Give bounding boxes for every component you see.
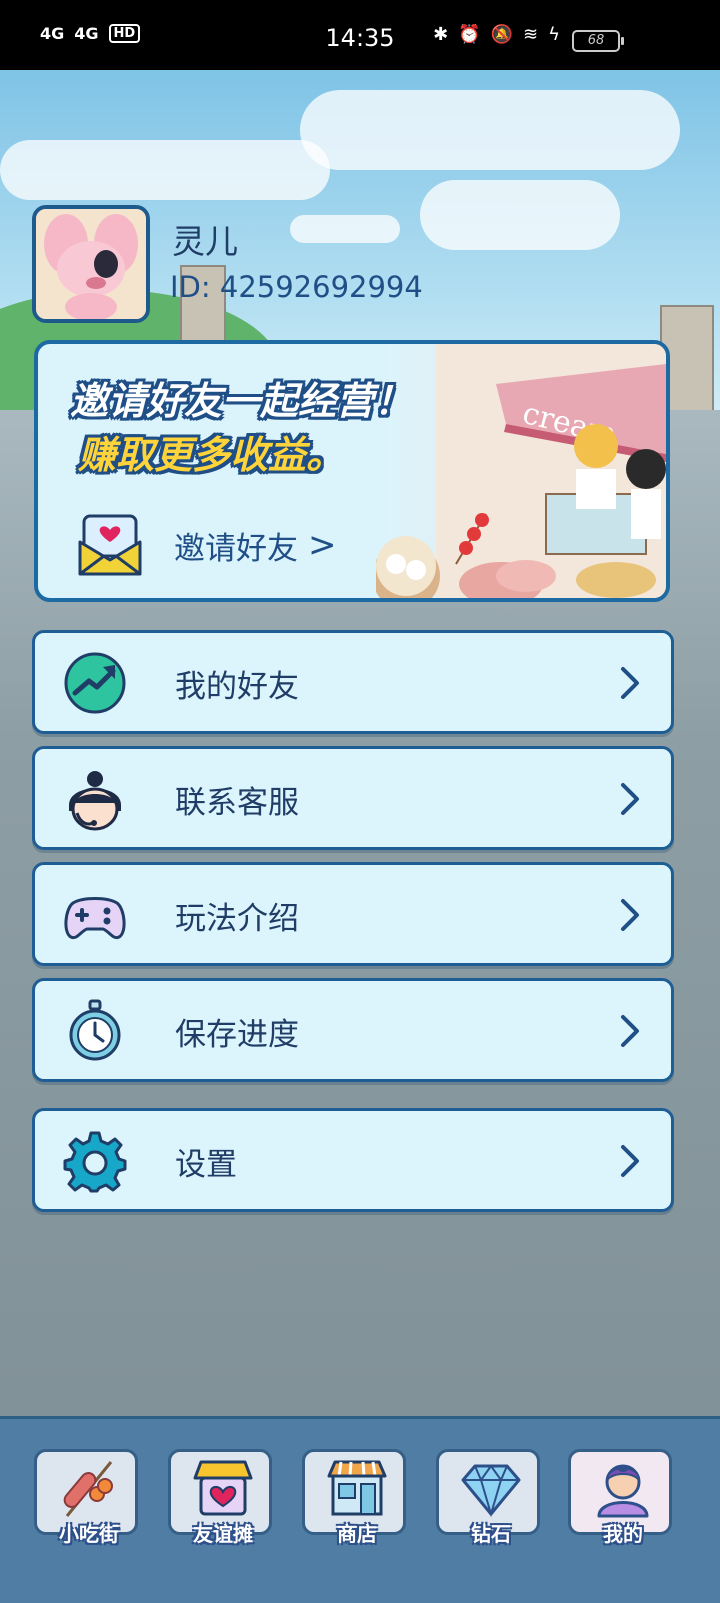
charging-icon: ϟ	[548, 24, 560, 45]
bottom-nav: 小吃街 友谊摊 商店 钻石 我的	[0, 1416, 720, 1603]
menu-item-label: 联系客服	[175, 785, 299, 821]
nav-shop[interactable]: 商店	[302, 1449, 406, 1546]
sausage-skewer-icon	[63, 1461, 113, 1517]
profile-person-icon	[597, 1464, 649, 1518]
nav-label: 商店	[337, 1522, 377, 1546]
menu-item-save-progress[interactable]: 保存进度	[32, 978, 674, 1082]
chevron-right-icon	[621, 1015, 639, 1047]
nav-label: 我的	[603, 1522, 643, 1546]
user-id: ID: 42592692994	[170, 270, 423, 304]
nav-diamond[interactable]: 钻石	[436, 1449, 540, 1546]
bluetooth-icon: ✱	[433, 24, 449, 45]
friendship-stall-icon	[193, 1460, 253, 1516]
avatar[interactable]	[32, 205, 150, 323]
food-stall-illustration: cream	[376, 344, 666, 598]
cloud	[0, 140, 330, 200]
gamepad-icon	[64, 897, 126, 940]
nav-snack-street[interactable]: 小吃街	[34, 1449, 138, 1546]
status-right: ✱ ⏰ 🔕 ≋ ϟ	[433, 24, 560, 45]
menu-item-label: 玩法介绍	[175, 901, 299, 937]
chevron-right-icon	[621, 667, 639, 699]
mute-icon: 🔕	[490, 24, 514, 45]
menu-item-label: 设置	[175, 1147, 237, 1183]
menu-item-settings[interactable]: 设置	[32, 1108, 674, 1212]
menu-item-how-to-play[interactable]: 玩法介绍	[32, 862, 674, 966]
cloud	[300, 90, 680, 170]
alarm-icon: ⏰	[458, 24, 481, 45]
cloud	[290, 215, 400, 243]
chevron-right-icon: >	[308, 525, 337, 565]
menu-item-my-friends[interactable]: 我的好友	[32, 630, 674, 734]
diamond-icon	[461, 1464, 521, 1518]
shop-icon	[327, 1460, 387, 1516]
chevron-right-icon	[621, 783, 639, 815]
menu-item-label: 保存进度	[175, 1017, 299, 1053]
cloud	[420, 180, 620, 250]
chevron-right-icon	[621, 899, 639, 931]
customer-service-icon	[69, 771, 121, 831]
wifi-icon: ≋	[523, 24, 539, 45]
nav-friendship-stall[interactable]: 友谊摊	[168, 1449, 272, 1546]
pink-creature-avatar-icon	[36, 209, 146, 319]
menu-item-contact-support[interactable]: 联系客服	[32, 746, 674, 850]
invite-headline: 邀请好友一起经营！	[70, 379, 413, 423]
gear-icon	[63, 1131, 127, 1193]
menu-item-label: 我的好友	[175, 669, 299, 705]
stopwatch-icon	[69, 999, 121, 1061]
invite-friends-button[interactable]: 邀请好友 >	[78, 510, 337, 580]
battery-indicator: 68	[572, 30, 624, 52]
nav-label: 钻石	[471, 1522, 511, 1546]
invite-banner: cream 邀请好友一起经营！ 赚取更多收益。 邀请好友 >	[34, 340, 670, 602]
nav-mine[interactable]: 我的	[568, 1449, 672, 1546]
nav-label: 友谊摊	[193, 1522, 253, 1546]
chevron-right-icon	[621, 1145, 639, 1177]
invite-friends-label: 邀请好友	[174, 530, 298, 567]
username: 灵儿	[172, 222, 238, 261]
trend-chart-icon	[64, 652, 126, 714]
invite-subheadline: 赚取更多收益。	[78, 433, 345, 477]
status-bar: 4G 4G HD 14:35 ✱ ⏰ 🔕 ≋ ϟ 68	[0, 0, 720, 70]
nav-label: 小吃街	[59, 1522, 119, 1546]
envelope-heart-icon	[78, 514, 142, 576]
